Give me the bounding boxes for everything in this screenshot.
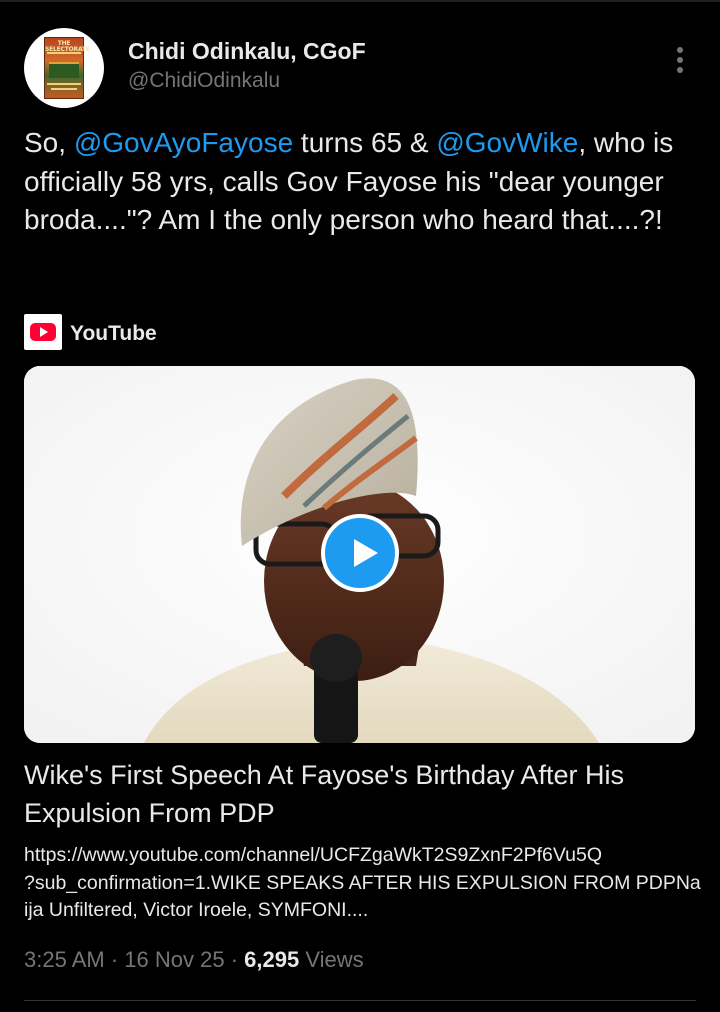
author-handle[interactable]: @ChidiOdinkalu	[128, 69, 280, 93]
meta-separator: ·	[104, 947, 125, 972]
book-cover-author-line	[47, 83, 81, 85]
book-cover-author-line-2	[51, 88, 77, 90]
views-count: 6,295	[244, 947, 300, 972]
tweet-date[interactable]: 16 Nov 25	[124, 947, 224, 972]
video-thumbnail[interactable]	[24, 366, 695, 743]
link-description[interactable]: https://www.youtube.com/channel/UCFZgaWk…	[24, 842, 704, 925]
author-display-name[interactable]: Chidi Odinkalu, CGoF	[128, 38, 366, 65]
book-cover-subtitle-line	[47, 52, 81, 54]
tweet-text: So, @GovAyoFayose turns 65 & @GovWike, w…	[24, 124, 704, 240]
mention-link-govwike[interactable]: @GovWike	[436, 127, 578, 158]
mention-link-govayofayose[interactable]: @GovAyoFayose	[74, 127, 293, 158]
views-label: Views	[299, 947, 364, 972]
youtube-icon	[24, 314, 62, 350]
tweet-meta: 3:25 AM · 16 Nov 25 · 6,295 Views	[24, 947, 364, 973]
link-source-label: YouTube	[70, 322, 157, 345]
more-vertical-icon[interactable]	[664, 44, 696, 76]
bottom-divider	[24, 1000, 696, 1001]
link-title[interactable]: Wike's First Speech At Fayose's Birthday…	[24, 756, 704, 832]
top-divider	[0, 0, 720, 2]
book-cover-illustration	[49, 62, 79, 78]
tweet-time[interactable]: 3:25 AM	[24, 947, 105, 972]
book-cover-image: THE SELECTORATE	[44, 37, 90, 99]
avatar[interactable]: THE SELECTORATE	[24, 28, 104, 108]
play-icon[interactable]	[321, 514, 399, 592]
tweet-text-segment: So,	[24, 127, 74, 158]
tweet-text-segment: turns 65 &	[293, 127, 437, 158]
meta-separator: ·	[224, 947, 245, 972]
